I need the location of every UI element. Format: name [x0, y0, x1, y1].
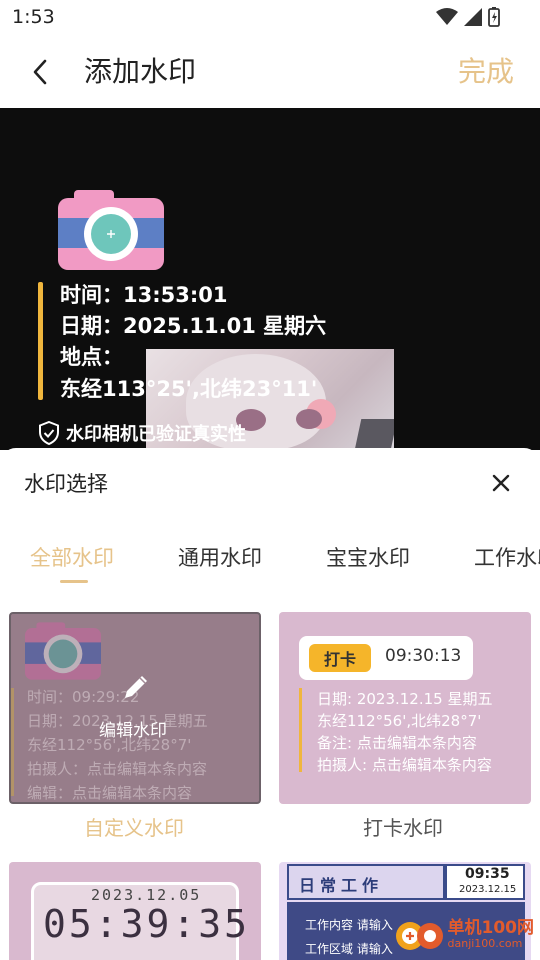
status-icons: [436, 7, 500, 27]
tab-baby[interactable]: 宝宝水印: [326, 542, 410, 572]
card-line: 东经112°56',北纬28°7': [317, 712, 482, 730]
work-time: 09:35: [465, 866, 510, 882]
watermark-tabs: 全部水印 通用水印 宝宝水印 工作水印: [0, 542, 540, 592]
watermark-preview[interactable]: 时间：13:53:01 日期：2025.11.01 星期六 地点： 东经113°…: [0, 108, 540, 450]
watermark-date: 日期：2025.11.01 星期六: [60, 314, 327, 338]
watermark-location: 地点：: [60, 345, 123, 369]
status-bar: 1:53: [0, 0, 540, 36]
tab-general[interactable]: 通用水印: [178, 542, 262, 572]
tab-work[interactable]: 工作水印: [474, 542, 540, 572]
camera-icon: [58, 190, 164, 270]
card-line: 备注: 点击编辑本条内容: [317, 734, 477, 752]
work-row: 工作区域 请输入: [305, 942, 393, 956]
work-row: 工作内容 请输入: [305, 918, 393, 932]
close-button[interactable]: [486, 468, 516, 498]
back-arrow-icon: [33, 59, 47, 85]
punch-badge: 打卡: [309, 644, 371, 672]
sheet-title: 水印选择: [24, 472, 108, 496]
watermark-card-clock[interactable]: 2023.12.05 05:39:35: [9, 862, 261, 960]
work-title: 日常工作: [299, 876, 384, 895]
close-icon: [492, 474, 510, 492]
edit-watermark-label: 编辑水印: [99, 721, 167, 741]
watermark-coords: 东经113°25',北纬23°11': [60, 377, 318, 401]
app-header: 添加水印 完成: [0, 36, 540, 108]
signal-icon: [464, 8, 482, 26]
back-button[interactable]: [20, 52, 60, 92]
watermark-time: 时间：13:53:01: [60, 283, 228, 307]
verification-text: 水印相机已验证真实性: [66, 424, 246, 445]
verification-line: 水印相机已验证真实性: [38, 420, 246, 446]
page-title: 添加水印: [84, 55, 197, 88]
watermark-card-punch[interactable]: 打卡 09:30:13 日期: 2023.12.15 星期五 东经112°56'…: [279, 612, 531, 804]
done-button[interactable]: 完成: [458, 52, 514, 92]
watermark-marker-bar: [38, 282, 43, 400]
site-logo-icon: [395, 922, 443, 950]
pencil-icon: [125, 676, 147, 698]
watermark-card-custom[interactable]: 时间：09:29:22 日期：2023.12.15 星期五 东经112°56',…: [9, 612, 261, 804]
battery-icon: [488, 7, 500, 27]
punch-time: 09:30:13: [385, 646, 462, 666]
shield-check-icon: [39, 421, 59, 445]
card-label-custom: 自定义水印: [84, 816, 184, 840]
clock-time: 05:39:35: [43, 902, 251, 946]
site-name: 单机100网: [447, 918, 535, 938]
watermark-select-sheet: 水印选择 全部水印 通用水印 宝宝水印 工作水印 时间：09:29:22 日期：…: [0, 448, 540, 960]
status-time: 1:53: [12, 6, 55, 28]
wifi-icon: [436, 8, 458, 25]
card-label-punch: 打卡水印: [363, 816, 443, 840]
tab-indicator: [60, 580, 88, 583]
card-line: 拍摄人: 点击编辑本条内容: [317, 756, 492, 774]
site-url: danji100.com: [447, 937, 523, 950]
work-date: 2023.12.15: [459, 884, 517, 895]
tab-all[interactable]: 全部水印: [30, 542, 114, 572]
card-line: 日期: 2023.12.15 星期五: [317, 690, 493, 708]
site-watermark: 单机100网 danji100.com: [394, 918, 535, 954]
